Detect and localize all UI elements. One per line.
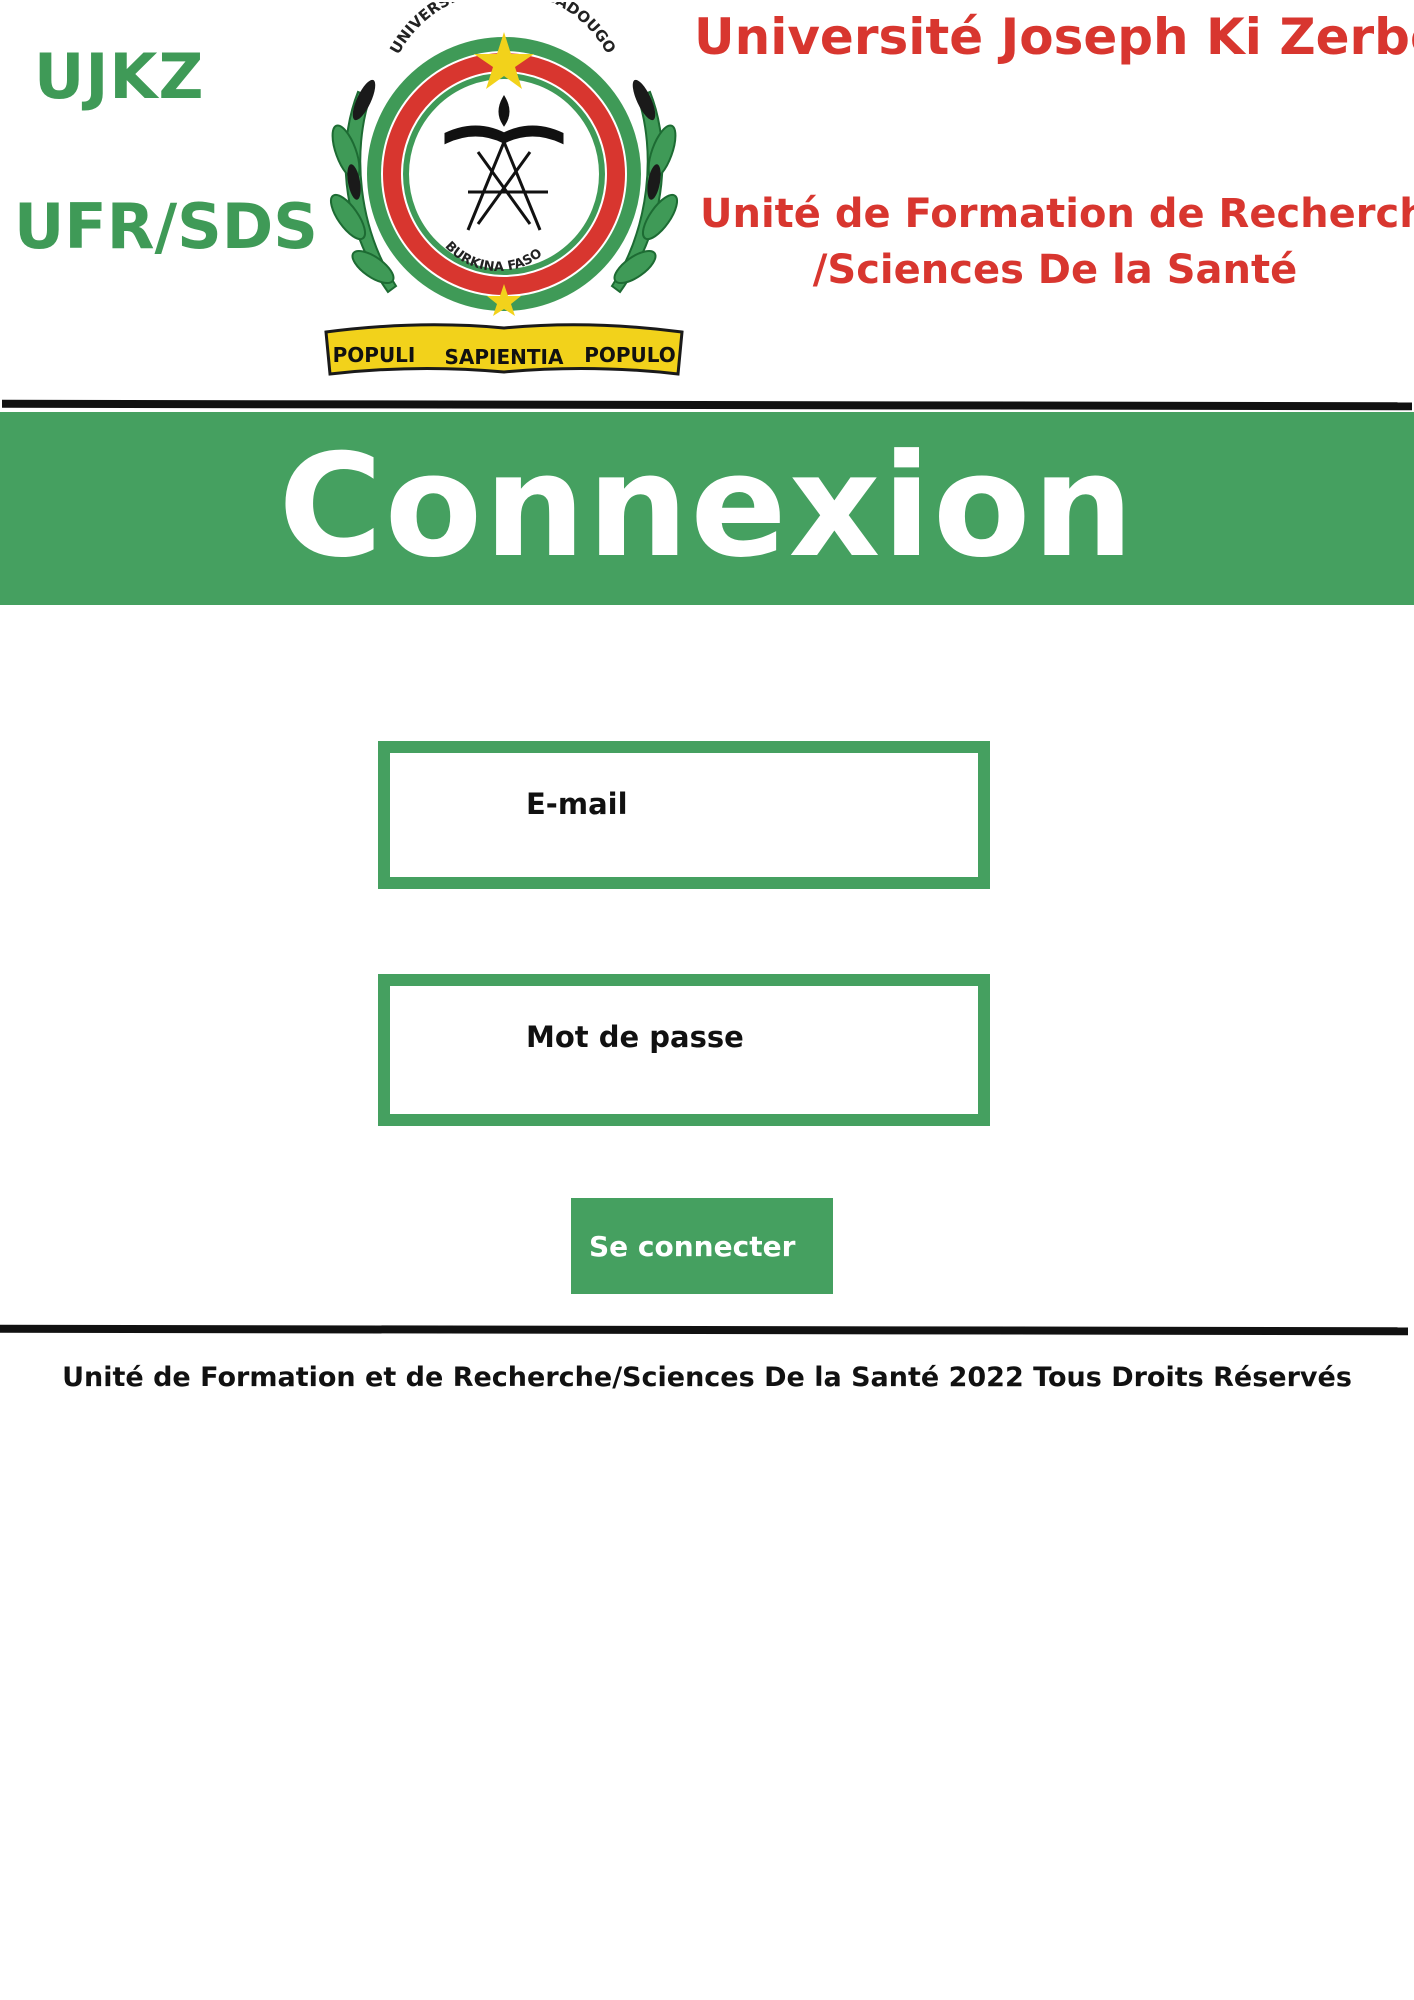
top-divider <box>1 399 1413 411</box>
university-emblem: UNIVERSITE DE OUAGADOUGOU BURKINA FASO P… <box>318 2 684 376</box>
footer-copyright: Unité de Formation et de Recherche/Scien… <box>62 1362 1352 1393</box>
motto-ribbon: POPULI SAPIENTIA POPULO <box>324 323 684 376</box>
bottom-divider <box>0 1324 1409 1336</box>
email-input[interactable] <box>390 753 978 877</box>
page-title: Connexion <box>278 424 1136 589</box>
page-banner: Connexion <box>0 412 1414 605</box>
password-input[interactable] <box>390 986 978 1114</box>
motto-word-2: SAPIENTIA <box>445 345 564 369</box>
motto-word-1: POPULI <box>333 343 416 367</box>
faculty-name: Unité de Formation de Recherche /Science… <box>700 186 1414 298</box>
password-field[interactable]: Mot de passe <box>378 974 990 1126</box>
university-name: Université Joseph Ki Zerbo <box>694 8 1414 66</box>
faculty-name-line2: /Sciences De la Santé <box>812 247 1298 293</box>
login-button[interactable]: Se connecter <box>571 1198 833 1294</box>
faculty-name-line1: Unité de Formation de Recherche <box>700 191 1414 237</box>
short-name: UJKZ <box>34 40 205 113</box>
motto-word-3: POPULO <box>584 343 676 367</box>
faculty-code: UFR/SDS <box>14 190 318 263</box>
email-field[interactable]: E-mail <box>378 741 990 889</box>
